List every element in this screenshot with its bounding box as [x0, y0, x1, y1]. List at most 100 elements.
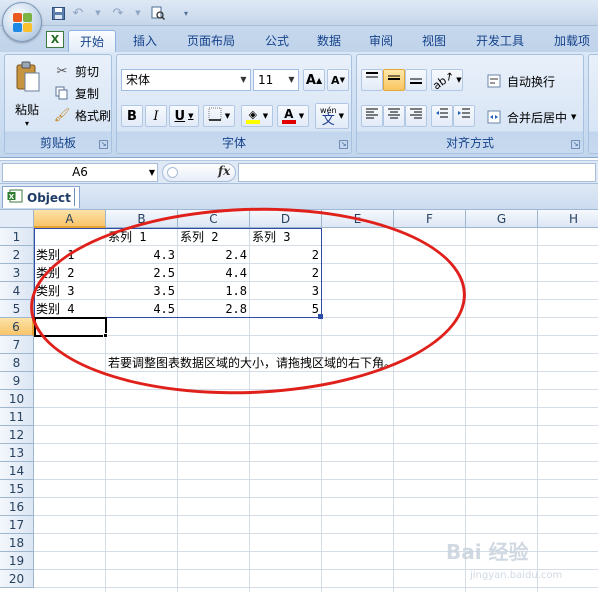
increase-indent-button[interactable]: [453, 105, 475, 127]
column-header-g[interactable]: G: [466, 210, 538, 228]
bold-button[interactable]: B: [121, 105, 143, 127]
redo-icon[interactable]: ↷: [110, 5, 126, 21]
align-center-button[interactable]: [383, 105, 405, 127]
copy-button[interactable]: 复制: [53, 83, 99, 103]
column-header-d[interactable]: D: [250, 210, 322, 228]
row-header-8[interactable]: 8: [0, 354, 34, 372]
column-header-b[interactable]: B: [106, 210, 178, 228]
orientation-button[interactable]: ab↗ ▼: [431, 68, 463, 92]
borders-button[interactable]: ▼: [203, 105, 235, 127]
font-color-letter: A: [284, 107, 294, 121]
paste-dropdown-icon: ▾: [25, 119, 30, 128]
tab-home[interactable]: 开始: [68, 30, 116, 52]
tab-formulas[interactable]: 公式: [254, 30, 300, 52]
font-name-combo[interactable]: 宋体 ▼: [121, 69, 251, 91]
font-dialog-launcher[interactable]: ↘: [339, 140, 348, 149]
clipboard-group-label: 剪贴板: [39, 136, 76, 150]
align-right-button[interactable]: [405, 105, 427, 127]
row-header-20[interactable]: 20: [0, 570, 34, 588]
column-header-e[interactable]: E: [322, 210, 394, 228]
customize-qat-icon[interactable]: ▾: [178, 5, 194, 21]
row-header-18[interactable]: 18: [0, 534, 34, 552]
number-group-partial: [588, 54, 598, 154]
align-right-icon: [409, 108, 423, 124]
row-header-13[interactable]: 13: [0, 444, 34, 462]
scissors-icon: ✂: [56, 63, 68, 79]
paste-button[interactable]: 粘贴 ▾: [9, 59, 49, 133]
font-group-label: 字体: [221, 136, 246, 150]
row-header-7[interactable]: 7: [0, 336, 34, 354]
grow-font-button[interactable]: A ▲: [303, 69, 325, 91]
cell-b8-note[interactable]: 若要调整图表数据区域的大小，请拖拽区域的右下角。: [106, 354, 466, 372]
row-header-16[interactable]: 16: [0, 498, 34, 516]
align-middle-button[interactable]: [383, 69, 405, 91]
row-header-15[interactable]: 15: [0, 480, 34, 498]
fill-color-button[interactable]: ◈ ▼: [241, 105, 273, 127]
undo-dropdown-icon[interactable]: ▼: [90, 5, 106, 21]
italic-button[interactable]: I: [145, 105, 167, 127]
row-header-6[interactable]: 6: [0, 318, 34, 336]
phonetic-guide-button[interactable]: wén 文 ▼: [315, 103, 349, 129]
insert-function-button[interactable]: fx: [218, 164, 230, 178]
cut-button[interactable]: ✂ 剪切: [53, 61, 99, 81]
align-left-button[interactable]: [361, 105, 383, 127]
tab-page-layout[interactable]: 页面布局: [176, 30, 246, 52]
font-color-button[interactable]: A ▼: [277, 105, 309, 127]
font-size-combo[interactable]: 11 ▼: [253, 69, 299, 91]
row-header-10[interactable]: 10: [0, 390, 34, 408]
row-header-2[interactable]: 2: [0, 246, 34, 264]
active-cell-a6[interactable]: [34, 317, 107, 337]
wrap-text-button[interactable]: 自动换行: [485, 71, 555, 91]
name-box[interactable]: A6 ▼: [2, 163, 158, 182]
office-logo-icon: [13, 13, 33, 33]
undo-icon[interactable]: ↶: [70, 5, 86, 21]
column-header-c[interactable]: C: [178, 210, 250, 228]
arrow-down-icon: ▼: [339, 76, 345, 84]
column-header-f[interactable]: F: [394, 210, 466, 228]
row-header-12[interactable]: 12: [0, 426, 34, 444]
column-header-h[interactable]: H: [538, 210, 598, 228]
redo-dropdown-icon[interactable]: ▼: [130, 5, 146, 21]
tab-view[interactable]: 视图: [411, 30, 457, 52]
row-header-3[interactable]: 3: [0, 264, 34, 282]
tab-developer[interactable]: 开发工具: [466, 30, 534, 52]
row-header-19[interactable]: 19: [0, 552, 34, 570]
underline-button[interactable]: U ▼: [169, 105, 199, 127]
tab-insert[interactable]: 插入: [122, 30, 168, 52]
align-bottom-button[interactable]: [405, 69, 427, 91]
print-preview-icon[interactable]: [150, 5, 166, 21]
range-resize-handle[interactable]: [318, 314, 323, 319]
decrease-indent-button[interactable]: [431, 105, 453, 127]
office-button[interactable]: [2, 2, 42, 42]
chevron-down-icon: ▼: [288, 75, 295, 84]
chevron-down-icon: ▼: [571, 113, 577, 121]
ribbon: 粘贴 ▾ ✂ 剪切 复制 🖌 格式刷 剪贴板 ↘ 宋体 ▼ 11 ▼ A ▲ A…: [0, 52, 598, 158]
row-header-17[interactable]: 17: [0, 516, 34, 534]
fill-handle[interactable]: [103, 333, 108, 338]
tab-add-ins[interactable]: 加载项: [546, 30, 598, 52]
font-color-icon: A: [281, 107, 296, 124]
row-header-1[interactable]: 1: [0, 228, 34, 246]
chart-data-range: [34, 228, 322, 318]
format-painter-button[interactable]: 🖌 格式刷: [53, 105, 111, 125]
row-header-9[interactable]: 9: [0, 372, 34, 390]
row-header-5[interactable]: 5: [0, 300, 34, 318]
merge-center-button[interactable]: 合并后居中 ▼: [485, 107, 576, 127]
merge-center-label: 合并后居中: [507, 110, 568, 125]
sheet-tab-object[interactable]: X Object: [2, 186, 80, 208]
select-all-corner[interactable]: [0, 210, 34, 228]
alignment-dialog-launcher[interactable]: ↘: [571, 140, 580, 149]
tab-data[interactable]: 数据: [306, 30, 352, 52]
row-header-4[interactable]: 4: [0, 282, 34, 300]
clipboard-dialog-launcher[interactable]: ↘: [99, 140, 108, 149]
align-top-button[interactable]: [361, 69, 383, 91]
column-header-a[interactable]: A: [34, 210, 106, 228]
spreadsheet-grid: A B C D E F G H 1 2 3 4 5 6 7 8 9 10 11 …: [0, 210, 598, 592]
shrink-font-button[interactable]: A ▼: [327, 69, 349, 91]
row-header-14[interactable]: 14: [0, 462, 34, 480]
chevron-down-icon: ▼: [148, 168, 155, 177]
formula-input[interactable]: [238, 163, 596, 182]
tab-review[interactable]: 审阅: [358, 30, 404, 52]
save-icon[interactable]: [50, 5, 66, 21]
row-header-11[interactable]: 11: [0, 408, 34, 426]
